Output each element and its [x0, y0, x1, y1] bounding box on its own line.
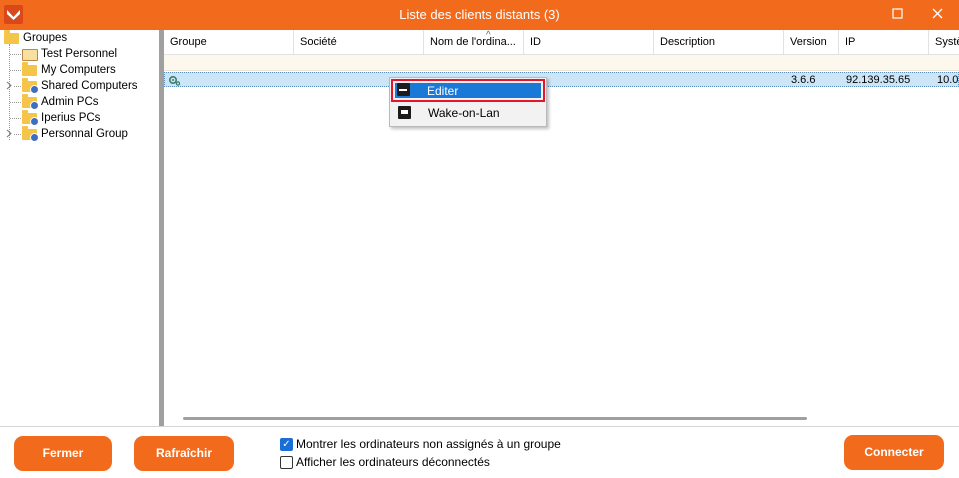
cell-systeme: 10.0 — [937, 74, 959, 86]
chevron-right-icon[interactable] — [5, 129, 13, 138]
shared-folder-icon — [22, 78, 39, 94]
maximize-icon[interactable] — [887, 4, 909, 24]
column-header-label: Société — [300, 36, 337, 48]
column-header-systeme[interactable]: Systè — [929, 30, 959, 54]
cell-version: 3.6.6 — [791, 74, 816, 86]
menu-item-label: Editer — [427, 84, 459, 98]
tree-item-personnal-group[interactable]: Personnal Group — [0, 126, 155, 142]
window-title: Liste des clients distants (3) — [399, 7, 560, 22]
tree-item-my-computers[interactable]: My Computers — [0, 62, 155, 78]
menu-item-editer[interactable]: Editer — [391, 79, 545, 102]
bottom-bar: Fermer Rafraîchir ✓ Montrer les ordinate… — [0, 426, 959, 478]
shared-folder-icon — [22, 126, 39, 142]
checkbox-unchecked-icon — [280, 456, 293, 469]
menu-item-label: Wake-on-Lan — [428, 106, 500, 120]
folder-icon — [22, 49, 38, 61]
refresh-button[interactable]: Rafraîchir — [134, 436, 234, 471]
gear-icon — [168, 74, 181, 86]
checkbox-label: Afficher les ordinateurs déconnectés — [296, 455, 490, 469]
tree-item-label: Test Personnel — [41, 48, 118, 60]
checkbox-checked-icon: ✓ — [280, 438, 293, 451]
context-menu: Editer Wake-on-Lan — [389, 77, 547, 127]
column-header-version[interactable]: Version — [784, 30, 839, 54]
tree-item-label: Admin PCs — [41, 96, 99, 108]
column-header-description[interactable]: Description — [654, 30, 784, 54]
clients-grid: Groupe Société ^ Nom de l'ordina... ID D… — [164, 30, 959, 426]
tree-item-label: Shared Computers — [41, 80, 138, 92]
grid-header: Groupe Société ^ Nom de l'ordina... ID D… — [164, 30, 959, 55]
cell-ip: 92.139.35.65 — [846, 74, 911, 86]
folder-icon — [22, 62, 37, 76]
column-header-societe[interactable]: Société ^ — [294, 30, 491, 54]
tree-item-iperius-pcs[interactable]: Iperius PCs — [0, 110, 155, 126]
filter-row[interactable] — [164, 55, 959, 71]
table-row[interactable]: 3.6.6 92.139.35.65 10.0 — [164, 72, 959, 87]
menu-item-wake-on-lan[interactable]: Wake-on-Lan — [393, 103, 543, 124]
tree-item-test-personnel[interactable]: Test Personnel — [0, 46, 155, 62]
power-icon — [398, 106, 411, 119]
tree-root-label: Groupes — [23, 32, 68, 44]
shared-folder-icon — [22, 110, 39, 126]
folder-icon — [4, 30, 19, 44]
close-button[interactable]: Fermer — [14, 436, 112, 471]
close-icon[interactable] — [927, 4, 949, 24]
tree-item-label: Personnal Group — [41, 128, 128, 140]
tree-item-label: Iperius PCs — [41, 112, 101, 124]
connect-button[interactable]: Connecter — [844, 435, 944, 470]
column-header-nom[interactable]: Nom de l'ordina... — [424, 30, 524, 54]
menu-item-highlight — [395, 83, 541, 98]
group-tree: Groupes Test Personnel My Computers Shar… — [0, 30, 159, 426]
column-header-groupe[interactable]: Groupe — [164, 30, 294, 54]
chevron-right-icon[interactable] — [5, 81, 13, 90]
tree-root-groupes[interactable]: Groupes — [2, 30, 152, 46]
tree-item-admin-pcs[interactable]: Admin PCs — [0, 94, 155, 110]
tree-item-shared-computers[interactable]: Shared Computers — [0, 78, 155, 94]
shared-folder-icon — [22, 94, 39, 110]
tree-item-label: My Computers — [41, 64, 116, 76]
checkbox-label: Montrer les ordinateurs non assignés à u… — [296, 437, 561, 451]
column-header-id[interactable]: ID — [524, 30, 654, 54]
edit-icon — [397, 83, 410, 96]
title-bar: Liste des clients distants (3) — [0, 0, 959, 30]
horizontal-scrollbar[interactable] — [183, 417, 807, 420]
column-header-ip[interactable]: IP — [839, 30, 929, 54]
